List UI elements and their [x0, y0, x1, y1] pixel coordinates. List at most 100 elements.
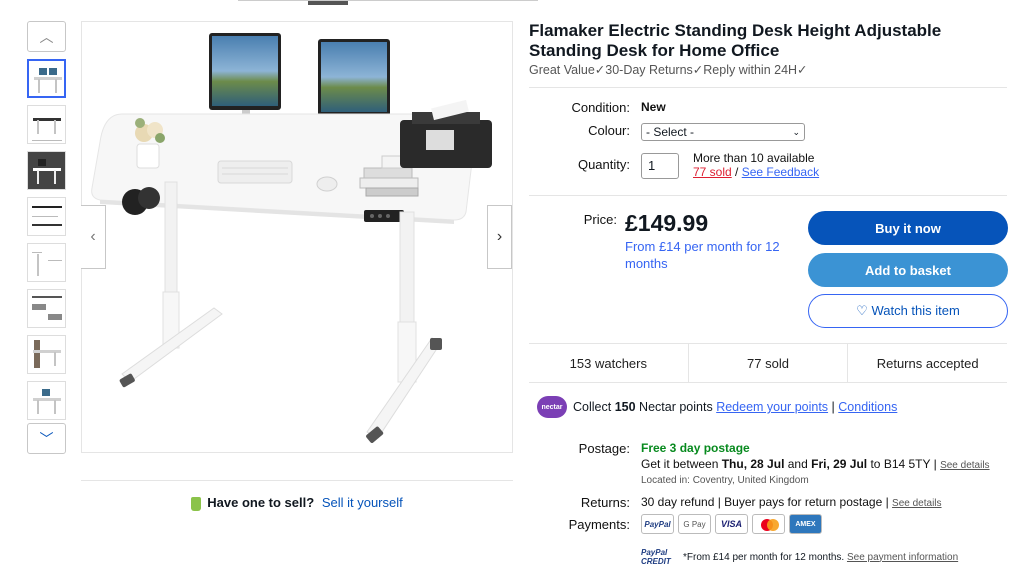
page-top-edge	[238, 0, 538, 5]
returns-label: Returns:	[580, 495, 630, 510]
thumbnail-line	[48, 260, 62, 261]
chevron-down-icon: ⌄	[792, 126, 800, 137]
colour-select[interactable]: - Select - ⌄	[641, 123, 805, 141]
thumbnail-scroll-down-button[interactable]: ﹀	[27, 423, 66, 454]
finance-offer-link[interactable]: From £14 per month for 12 months	[625, 238, 795, 272]
paypal-credit-row: PayPal CREDIT *From £14 per month for 12…	[641, 548, 958, 566]
thumbnail-column: ︿ ﹀	[27, 21, 67, 454]
product-title: Flamaker Electric Standing Desk Height A…	[529, 21, 942, 60]
chevron-up-icon: ︿	[39, 28, 54, 45]
divider	[529, 87, 1007, 88]
amex-icon: AMEX	[789, 514, 822, 534]
separator: /	[731, 165, 742, 179]
colour-label: Colour:	[588, 123, 630, 138]
paypal-credit-icon: PayPal CREDIT	[641, 548, 671, 566]
paypal-icon: PayPal	[641, 514, 674, 534]
chevron-down-icon: ﹀	[39, 430, 54, 447]
delivery-and: and	[784, 457, 812, 471]
thumbnail-leg	[37, 170, 39, 184]
thumbnail-leg	[37, 120, 39, 134]
thumbnail-line	[32, 304, 46, 310]
nectar-logo-icon: nectar	[537, 396, 567, 418]
standing-desk-illustration	[91, 33, 492, 443]
thumbnail-8[interactable]	[27, 381, 66, 420]
sell-it-yourself-link[interactable]: Sell it yourself	[322, 495, 403, 510]
chevron-right-icon: ›	[496, 228, 503, 245]
watchers-count: 153 watchers	[529, 344, 689, 382]
delivery-to: to B14 5TY |	[867, 457, 941, 471]
thumbnail-line	[32, 206, 62, 208]
add-to-basket-button[interactable]: Add to basket	[808, 253, 1008, 287]
thumbnail-line	[32, 224, 62, 226]
free-postage-text: Free 3 day postage	[641, 441, 750, 455]
returns-text: 30 day refund | Buyer pays for return po…	[641, 495, 893, 509]
payment-methods: PayPal G Pay VISA AMEX	[641, 514, 822, 534]
thumbnail-leg	[54, 170, 56, 184]
thumbnail-line	[34, 340, 40, 368]
thumbnail-3[interactable]	[27, 151, 66, 190]
price-label: Price:	[583, 212, 617, 227]
condition-label: Condition:	[571, 100, 630, 115]
delivery-date-2: Fri, 29 Jul	[811, 457, 868, 471]
sold-count-link[interactable]: 77 sold	[693, 165, 732, 179]
watch-item-button[interactable]: ♡ Watch this item	[808, 294, 1008, 328]
sell-your-own-bar: Have one to sell? Sell it yourself	[81, 480, 513, 511]
payment-information-link[interactable]: See payment information	[847, 552, 958, 563]
delivery-get-it: Get it between	[641, 457, 722, 471]
nectar-prefix: Collect	[573, 400, 612, 414]
next-image-button[interactable]: ›	[487, 205, 512, 269]
chevron-left-icon: ‹	[90, 228, 96, 245]
nectar-points-row: nectar Collect 150 Nectar points Redeem …	[537, 396, 897, 418]
top-fragment	[308, 1, 348, 5]
google-pay-icon: G Pay	[678, 514, 711, 534]
thumbnail-leg	[55, 79, 57, 93]
product-subtitle: Great Value✓30-Day Returns✓Reply within …	[529, 63, 808, 77]
thumbnail-leg	[54, 120, 56, 134]
returns-accepted: Returns accepted	[876, 355, 979, 371]
thumbnail-leg	[37, 400, 39, 414]
nectar-conditions-link[interactable]: Conditions	[838, 400, 897, 414]
postage-see-details-link[interactable]: See details	[940, 460, 989, 471]
price-value: £149.99	[625, 210, 709, 236]
thumbnail-4[interactable]	[27, 197, 66, 236]
thumbnail-1[interactable]	[27, 59, 66, 98]
quantity-input[interactable]: 1	[641, 153, 679, 179]
nectar-divider: |	[828, 400, 839, 414]
buy-it-now-button[interactable]: Buy it now	[808, 211, 1008, 245]
availability-text: More than 10 available	[693, 151, 815, 165]
thumbnail-desktop	[33, 350, 61, 353]
sell-question: Have one to sell?	[207, 495, 315, 510]
postage-label: Postage:	[578, 441, 630, 456]
thumbnail-scroll-up-button[interactable]: ︿	[27, 21, 66, 52]
returns-see-details-link[interactable]: See details	[892, 498, 941, 509]
thumbnail-5[interactable]	[27, 243, 66, 282]
thumbnail-7[interactable]	[27, 335, 66, 374]
item-location: Located in: Coventry, United Kingdom	[641, 475, 809, 486]
sold-feedback-line: 77 sold / See Feedback	[693, 165, 819, 179]
thumbnail-leg	[54, 400, 56, 414]
mastercard-icon	[752, 514, 785, 534]
visa-icon: VISA	[715, 514, 748, 534]
thumbnail-line	[32, 252, 42, 253]
thumbnail-monitor	[49, 68, 57, 75]
condition-value: New	[641, 100, 666, 114]
main-product-image[interactable]	[81, 21, 513, 453]
payments-label: Payments:	[568, 517, 630, 532]
redeem-points-link[interactable]: Redeem your points	[716, 400, 828, 414]
mastercard-circle-orange	[767, 519, 779, 531]
thumbnail-line	[32, 216, 58, 217]
thumbnail-2[interactable]	[27, 105, 66, 144]
returns-policy: 30 day refund | Buyer pays for return po…	[641, 495, 942, 509]
paypal-credit-text: *From £14 per month for 12 months.	[683, 551, 847, 563]
previous-image-button[interactable]: ‹	[81, 205, 106, 269]
thumbnail-line	[32, 140, 62, 141]
delivery-estimate: Get it between Thu, 28 Jul and Fri, 29 J…	[641, 457, 990, 471]
thumbnail-monitor	[42, 389, 50, 396]
divider	[529, 195, 1007, 196]
see-feedback-link[interactable]: See Feedback	[742, 165, 819, 179]
thumbnail-leg	[37, 254, 39, 276]
sold-count: 77 sold	[689, 344, 849, 382]
nectar-points: 150	[614, 400, 636, 414]
thumbnail-6[interactable]	[27, 289, 66, 328]
thumbnail-line	[48, 314, 62, 320]
